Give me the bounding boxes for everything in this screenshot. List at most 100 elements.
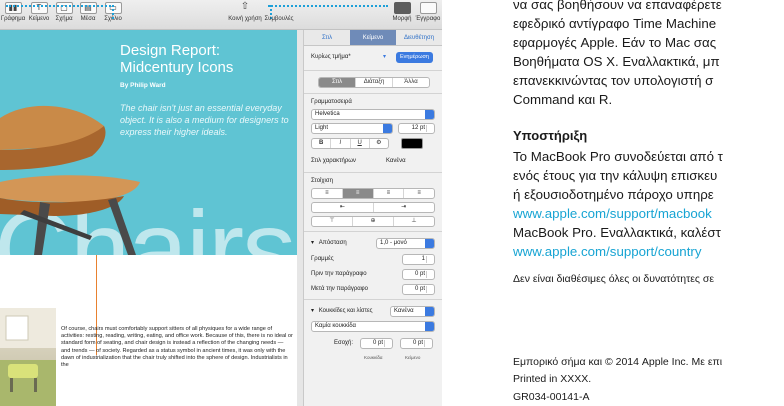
align-left-icon[interactable]: ≡ bbox=[312, 189, 343, 198]
divider bbox=[304, 172, 442, 173]
text-style-buttons: B I U ⚙ bbox=[311, 138, 389, 149]
character-style-row: Στιλ χαρακτήρων Κανένα bbox=[304, 152, 442, 170]
spacing-row: ▾ Απόσταση 1,0 - μονό bbox=[304, 234, 442, 252]
text-label: Κείμενο bbox=[28, 16, 50, 22]
chevron-down-icon: ▾ bbox=[383, 54, 387, 60]
tips-button[interactable]: Συμβουλές bbox=[264, 2, 294, 28]
share-button[interactable]: ⇧ Κοινή χρήση bbox=[228, 2, 262, 28]
bold-button[interactable]: B bbox=[312, 139, 332, 148]
font-family-row: Helvetica bbox=[304, 108, 442, 122]
character-style-popup[interactable]: Κανένα bbox=[386, 152, 406, 170]
space-before-stepper[interactable]: 0 pt bbox=[402, 269, 435, 280]
callout-guide-left bbox=[6, 5, 114, 7]
text-indent-caption: Κείμενο bbox=[405, 355, 421, 360]
tips-label: Συμβουλές bbox=[264, 16, 294, 22]
align-center-icon[interactable]: ≡ bbox=[342, 189, 374, 198]
alignment-row: ≡ ≡ ≡ ≡ bbox=[304, 187, 442, 201]
underline-button[interactable]: U bbox=[351, 139, 370, 148]
document-canvas[interactable]: Chairs Design Report: Midcentury Icons B… bbox=[0, 30, 303, 406]
font-weight-row: Light 12 pt bbox=[304, 122, 442, 136]
shape-label: Σχήμα bbox=[55, 16, 73, 22]
inspector-tabs: Στιλ Κείμενο Διευθέτηση bbox=[304, 30, 442, 46]
chart-label: Γράφημα bbox=[0, 16, 26, 22]
text-line: ενός έτους για την κάλυψη επισκευ bbox=[513, 168, 718, 183]
align-justify-icon[interactable]: ≡ bbox=[404, 189, 434, 198]
support-heading: Υποστήριξη bbox=[513, 128, 588, 143]
tab-text[interactable]: Κείμενο bbox=[350, 30, 396, 45]
share-label: Κοινή χρήση bbox=[228, 16, 262, 22]
space-after-row: Μετά την παράγραφο 0 pt bbox=[304, 282, 442, 297]
space-after-label: Μετά την παράγραφο bbox=[311, 286, 368, 292]
italic-button[interactable]: I bbox=[331, 139, 351, 148]
tab-arrange[interactable]: Διευθέτηση bbox=[396, 30, 442, 45]
disclosure-triangle-icon[interactable]: ▾ bbox=[311, 240, 314, 246]
sub-tab-style[interactable]: Στιλ bbox=[319, 78, 356, 87]
align-top-icon[interactable]: ⊤ bbox=[312, 217, 353, 226]
text-line: εφεδρικό αντίγραφο Time Machine bbox=[513, 16, 717, 31]
document-icon bbox=[419, 2, 437, 14]
shape-icon: ▢ bbox=[55, 2, 73, 14]
text-line: να σας βοηθήσουν να επαναφέρετε bbox=[513, 0, 722, 12]
indent-label: Εσοχή: bbox=[334, 340, 354, 346]
document-body-text[interactable]: Of course, chairs must comfortably suppo… bbox=[61, 326, 293, 369]
printed-line: Printed in XXXX. bbox=[513, 373, 592, 385]
text-sub-tabs: Στιλ Διάταξη Άλλα bbox=[318, 77, 430, 88]
spacing-popup[interactable]: 1,0 - μονό bbox=[376, 238, 435, 249]
font-header: Γραμματοσειρά bbox=[311, 99, 352, 105]
text-color-swatch[interactable] bbox=[401, 138, 423, 149]
room-photo-art bbox=[0, 308, 56, 406]
vertical-align-buttons: ⊤ ⊕ ⊥ bbox=[311, 216, 435, 227]
text-style-row: B I U ⚙ bbox=[304, 136, 442, 152]
font-weight-popup[interactable]: Light bbox=[311, 123, 393, 134]
support-link-country[interactable]: www.apple.com/support/country bbox=[513, 243, 701, 262]
text-line: Command και R. bbox=[513, 92, 613, 107]
format-inspector: Στιλ Κείμενο Διευθέτηση Κυρίως τμήμα* ▾ … bbox=[303, 30, 442, 406]
document-pull-quote[interactable]: The chair isn't just an essential everyd… bbox=[120, 102, 290, 138]
part-number: GR034-00141-A bbox=[513, 391, 590, 403]
lines-popup[interactable]: Γραμμές bbox=[311, 256, 334, 262]
align-middle-icon[interactable]: ⊕ bbox=[353, 217, 394, 226]
support-link-macbook[interactable]: www.apple.com/support/macbook bbox=[513, 205, 712, 224]
toolbar: ▮▮ Γράφημα T Κείμενο ▢ Σχήμα ▤ Μέσα ▭ Σχ… bbox=[0, 0, 442, 30]
sub-tab-more[interactable]: Άλλα bbox=[393, 78, 429, 87]
font-family-popup[interactable]: Helvetica bbox=[311, 109, 435, 120]
sub-tabs-row: Στιλ Διάταξη Άλλα bbox=[304, 73, 442, 91]
interior-photo[interactable] bbox=[0, 308, 56, 406]
document-title[interactable]: Design Report: Midcentury Icons bbox=[120, 42, 290, 76]
divider bbox=[304, 299, 442, 300]
bullet-indent-stepper[interactable]: 0 pt bbox=[360, 338, 393, 349]
tab-style[interactable]: Στιλ bbox=[304, 30, 350, 45]
text-indent-stepper[interactable]: 0 pt bbox=[400, 338, 433, 349]
format-label: Μορφή bbox=[392, 16, 412, 22]
divider bbox=[304, 70, 442, 71]
indent-buttons: ⇤ ⇥ bbox=[311, 202, 435, 213]
availability-note: Δεν είναι διαθέσιμες όλες οι δυνατότητες… bbox=[513, 273, 715, 285]
paragraph-style-popup[interactable]: Κυρίως τμήμα* bbox=[311, 54, 351, 60]
font-size-stepper[interactable]: 12 pt bbox=[398, 123, 435, 134]
align-right-icon[interactable]: ≡ bbox=[374, 189, 405, 198]
character-style-label: Στιλ χαρακτήρων bbox=[311, 158, 356, 164]
alignment-header: Στοίχιση bbox=[311, 178, 333, 184]
indent-row: ⇤ ⇥ bbox=[304, 201, 442, 215]
pages-window: ▮▮ Γράφημα T Κείμενο ▢ Σχήμα ▤ Μέσα ▭ Σχ… bbox=[0, 0, 442, 406]
document-page[interactable]: Chairs Design Report: Midcentury Icons B… bbox=[0, 30, 297, 406]
document-button[interactable]: Έγγραφο bbox=[414, 2, 442, 28]
bullets-popup[interactable]: Κανένα bbox=[390, 306, 435, 317]
align-bottom-icon[interactable]: ⊥ bbox=[394, 217, 434, 226]
disclosure-triangle-icon[interactable]: ▾ bbox=[311, 308, 314, 314]
spacing-label: Απόσταση bbox=[318, 240, 347, 246]
decrease-indent-icon[interactable]: ⇤ bbox=[312, 203, 374, 212]
sub-tab-layout[interactable]: Διάταξη bbox=[356, 78, 393, 87]
media-icon: ▤ bbox=[79, 2, 97, 14]
lines-stepper[interactable]: 1 bbox=[402, 254, 435, 265]
format-button[interactable]: Μορφή bbox=[390, 2, 414, 28]
document-author[interactable]: By Philip Ward bbox=[120, 82, 166, 89]
bullet-type-popup[interactable]: Καμία κουκκίδα bbox=[311, 321, 435, 332]
bullets-row: ▾ Κουκκίδες και λίστες Κανένα bbox=[304, 302, 442, 320]
paragraph-style-row: Κυρίως τμήμα* ▾ Ενημέρωση bbox=[304, 46, 442, 68]
divider bbox=[304, 93, 442, 94]
update-style-button[interactable]: Ενημέρωση bbox=[396, 52, 433, 63]
text-options-gear-icon[interactable]: ⚙ bbox=[370, 139, 388, 148]
increase-indent-icon[interactable]: ⇥ bbox=[374, 203, 435, 212]
space-after-stepper[interactable]: 0 pt bbox=[402, 284, 435, 295]
